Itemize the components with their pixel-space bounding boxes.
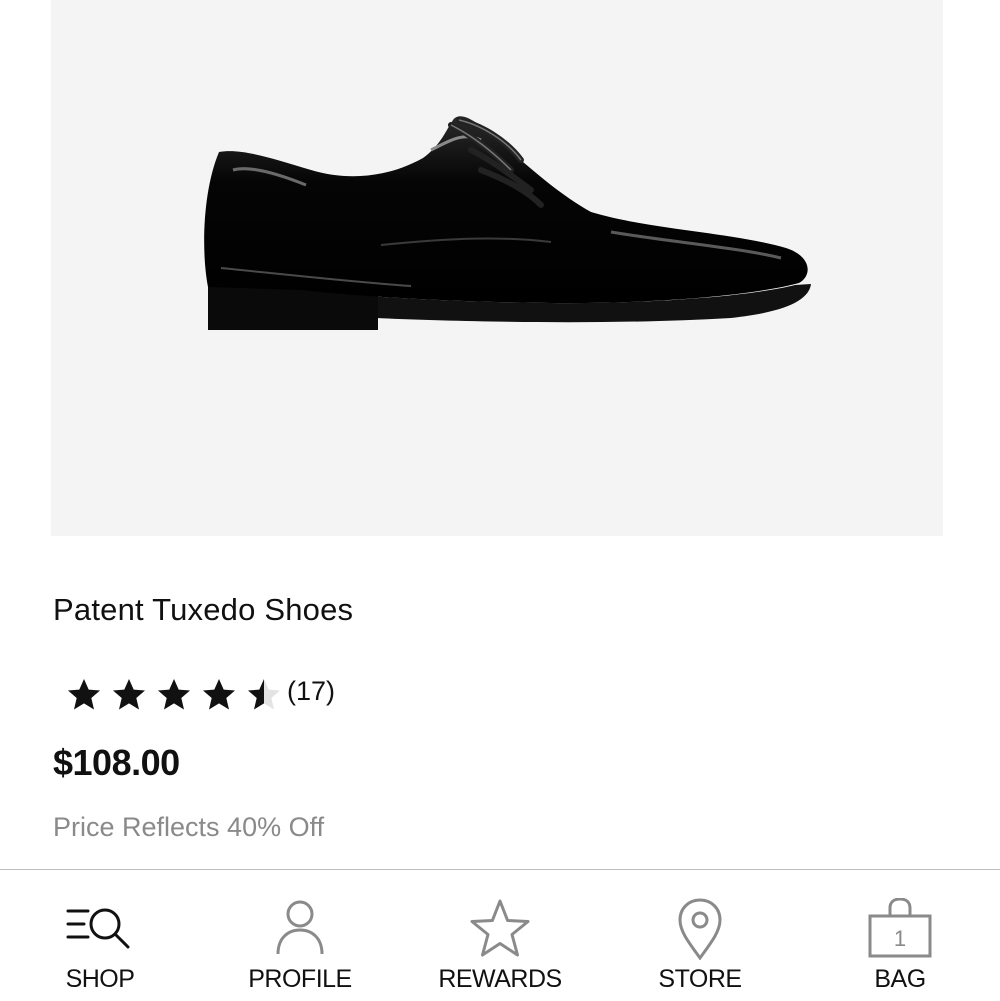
bottom-navigation: SHOP PROFILE REWARDS STORE 1 BAG [0,869,1000,1001]
rating-stars [66,677,291,713]
nav-profile-label: PROFILE [248,965,352,993]
nav-store-label: STORE [658,965,742,993]
nav-shop-label: SHOP [65,965,135,993]
nav-bag[interactable]: 1 BAG [800,870,1000,1001]
star-full-icon [113,679,145,710]
star-outline-icon [470,899,530,957]
person-icon [276,900,324,955]
bag-count: 1 [894,926,906,951]
rating[interactable]: (17) [66,673,335,717]
star-full-icon [203,679,235,710]
product-title: Patent Tuxedo Shoes [53,592,354,627]
price: $108.00 [53,742,180,783]
shopping-bag-icon: 1 [868,898,932,958]
nav-bag-label: BAG [874,965,926,993]
nav-shop[interactable]: SHOP [0,870,200,1001]
star-full-icon [68,679,100,710]
discount-note: Price Reflects 40% Off [53,812,325,842]
map-pin-icon [678,898,722,960]
star-half-icon [248,679,280,710]
nav-rewards[interactable]: REWARDS [400,870,600,1001]
star-full-icon [158,679,190,710]
nav-store[interactable]: STORE [600,870,800,1001]
review-count[interactable]: (17) [287,676,335,707]
nav-rewards-label: REWARDS [438,965,562,993]
search-menu-icon [66,908,130,949]
product-image[interactable] [51,0,943,536]
nav-profile[interactable]: PROFILE [200,870,400,1001]
shoe-photo [204,116,811,330]
